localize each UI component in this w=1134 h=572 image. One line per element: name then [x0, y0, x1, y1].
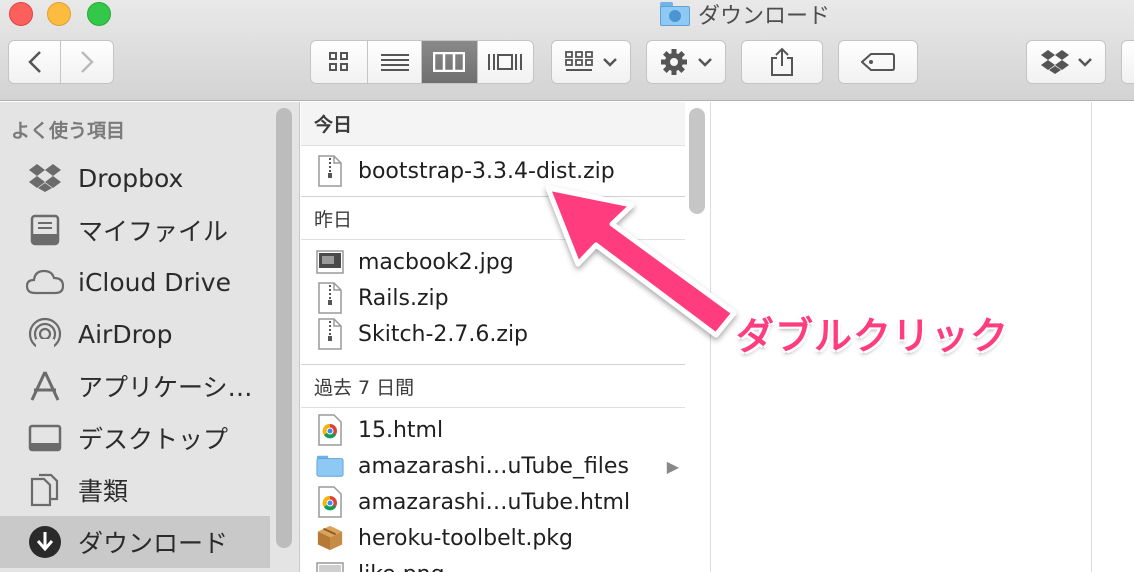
sidebar-item-label: ダウンロード — [78, 529, 229, 558]
applications-icon — [26, 367, 64, 405]
file-row[interactable]: amazarashi…uTube_files ▶ — [301, 448, 685, 484]
image-file-icon — [316, 557, 344, 572]
sidebar-heading: よく使う項目 — [11, 120, 126, 142]
search-field-edge[interactable] — [1121, 40, 1134, 84]
file-name: Skitch-2.7.6.zip — [358, 321, 529, 347]
group-header-past-7-days: 過去 7 日間 — [301, 364, 685, 408]
file-name: Rails.zip — [358, 285, 449, 311]
list-icon — [380, 54, 409, 71]
sidebar-item-documents[interactable]: 書類 — [0, 464, 270, 516]
file-name: heroku-toolbelt.pkg — [358, 525, 574, 551]
desktop-icon — [26, 419, 64, 457]
cover-flow-icon — [488, 54, 523, 70]
sidebar: よく使う項目 Dropbox マイファイル iCloud Drive AirDr… — [0, 102, 300, 572]
file-row[interactable]: 15.html — [301, 412, 685, 448]
sidebar-item-label: Dropbox — [78, 163, 184, 193]
airdrop-icon — [26, 315, 64, 353]
file-column: 今日 bootstrap-3.3.4-dist.zip 昨日 macbook2.… — [301, 102, 711, 572]
chrome-html-icon — [316, 413, 344, 447]
chevron-right-icon — [81, 51, 94, 73]
close-window-button[interactable] — [9, 2, 33, 26]
sidebar-item-label: アプリケーシ… — [78, 373, 253, 402]
back-button[interactable] — [9, 41, 62, 83]
sidebar-item-desktop[interactable]: デスクトップ — [0, 412, 270, 464]
file-row[interactable]: bootstrap-3.3.4-dist.zip — [301, 153, 685, 189]
list-view-button[interactable] — [368, 41, 422, 83]
file-row[interactable]: heroku-toolbelt.pkg — [301, 520, 685, 556]
file-name: like.png — [358, 562, 445, 572]
cover-flow-button[interactable] — [478, 41, 534, 83]
file-name: macbook2.jpg — [358, 249, 514, 275]
disclosure-arrow-icon: ▶ — [666, 456, 679, 476]
sidebar-item-airdrop[interactable]: AirDrop — [0, 308, 270, 360]
file-name: bootstrap-3.3.4-dist.zip — [358, 158, 615, 184]
share-button[interactable] — [741, 40, 823, 84]
columns-icon — [433, 52, 466, 72]
window-title-text: ダウンロード — [698, 4, 831, 29]
package-icon — [316, 521, 344, 555]
file-name: amazarashi…uTube.html — [358, 489, 631, 515]
navigation-buttons — [8, 40, 114, 84]
sidebar-item-label: マイファイル — [78, 217, 229, 246]
dropbox-icon — [1041, 50, 1069, 74]
sidebar-item-label: デスクトップ — [78, 425, 229, 454]
chevron-down-icon — [1078, 58, 1092, 67]
file-name: 15.html — [358, 417, 444, 443]
gear-icon — [661, 49, 687, 75]
column-scrollbar[interactable] — [689, 108, 705, 214]
chrome-html-icon — [316, 485, 344, 519]
chevron-down-icon — [698, 58, 712, 67]
window-title: ダウンロード — [660, 0, 831, 29]
downloads-icon — [26, 523, 64, 561]
zip-file-icon — [316, 317, 344, 351]
dropbox-toolbar-button[interactable] — [1026, 40, 1106, 84]
file-row[interactable]: amazarashi…uTube.html — [301, 484, 685, 520]
chevron-left-icon — [27, 51, 41, 73]
arrange-button[interactable] — [551, 40, 631, 84]
sidebar-item-my-files[interactable]: マイファイル — [0, 204, 270, 256]
action-button[interactable] — [646, 40, 726, 84]
group-header-today: 今日 — [301, 102, 685, 146]
file-row[interactable]: macbook2.jpg — [301, 244, 685, 280]
sidebar-item-downloads[interactable]: ダウンロード — [0, 516, 270, 568]
file-name: amazarashi…uTube_files — [358, 453, 629, 479]
file-row[interactable]: Skitch-2.7.6.zip — [301, 316, 685, 352]
annotation-label: ダブルクリック — [736, 314, 1010, 358]
group-header-yesterday: 昨日 — [301, 196, 685, 240]
chevron-down-icon — [603, 58, 617, 67]
sidebar-scrollbar[interactable] — [276, 108, 292, 548]
next-column — [1093, 102, 1134, 572]
documents-icon — [26, 471, 64, 509]
view-mode-control — [310, 40, 534, 84]
image-file-icon — [316, 245, 344, 279]
sidebar-item-icloud-drive[interactable]: iCloud Drive — [0, 256, 270, 308]
zip-file-icon — [316, 281, 344, 315]
share-icon — [771, 47, 793, 76]
tag-icon — [861, 53, 895, 71]
downloads-folder-icon — [660, 2, 690, 26]
column-view-button[interactable] — [422, 41, 478, 83]
minimize-window-button[interactable] — [47, 2, 71, 26]
sidebar-item-label: 書類 — [78, 477, 129, 506]
sidebar-item-dropbox[interactable]: Dropbox — [0, 152, 270, 204]
my-files-icon — [26, 211, 64, 249]
file-row[interactable]: like.png — [301, 556, 685, 572]
grid-icon — [329, 52, 349, 71]
file-row[interactable]: Rails.zip — [301, 280, 685, 316]
forward-button[interactable] — [61, 41, 113, 83]
icon-view-button[interactable] — [311, 41, 369, 83]
icloud-icon — [26, 263, 64, 301]
dropbox-icon — [26, 159, 64, 197]
sidebar-item-applications[interactable]: アプリケーシ… — [0, 360, 270, 412]
edit-tags-button[interactable] — [838, 40, 918, 84]
folder-icon — [316, 449, 344, 483]
zoom-window-button[interactable] — [87, 2, 111, 26]
arrange-icon — [565, 51, 593, 71]
window-toolbar: ダウンロード — [0, 0, 1134, 101]
sidebar-item-label: iCloud Drive — [78, 267, 231, 297]
sidebar-item-label: AirDrop — [78, 319, 173, 349]
zip-file-icon — [316, 154, 344, 188]
